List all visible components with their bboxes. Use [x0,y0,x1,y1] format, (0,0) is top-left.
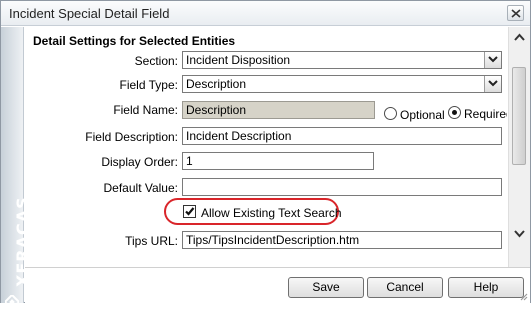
scrollbar-thumb[interactable] [512,67,526,165]
section-select[interactable]: Incident Disposition [182,51,502,69]
chevron-down-icon [488,80,498,87]
section-value: Incident Disposition [186,53,291,67]
scroll-up-icon[interactable] [514,33,525,41]
radio-selected-dot [452,110,457,115]
button-bar: Save Cancel Help [25,267,530,303]
close-icon [511,9,521,18]
field-name-input: Description [182,101,375,119]
resize-grip-icon[interactable] [518,291,528,301]
title-bar[interactable]: Incident Special Detail Field [1,1,530,26]
allow-text-search-checkbox[interactable] [183,205,196,218]
save-button[interactable]: Save [288,277,364,298]
brand-sidebar: XFRACAS [1,27,32,309]
tips-url-input[interactable]: Tips/TipsIncidentDescription.htm [182,231,502,249]
form-panel: Detail Settings for Selected Entities Se… [25,27,507,267]
field-name-label: Field Name: [113,103,178,117]
field-description-input[interactable]: Incident Description [182,127,502,145]
default-value-input[interactable] [182,178,502,196]
dialog-window: Incident Special Detail Field XFRACAS De… [0,0,531,309]
default-value-label: Default Value: [103,181,179,195]
window-title: Incident Special Detail Field [9,6,170,21]
section-label: Section: [134,54,178,68]
field-description-label: Field Description: [85,130,178,144]
field-type-value: Description [186,77,247,91]
checkmark-icon [185,207,195,216]
chevron-down-icon [488,56,498,63]
display-order-input[interactable]: 1 [182,152,374,170]
field-type-dropdown-button[interactable] [484,76,501,92]
vertical-scrollbar[interactable] [508,27,530,267]
tips-url-label: Tips URL: [125,234,178,248]
display-order-label: Display Order: [101,155,178,169]
field-type-select[interactable]: Description [182,75,502,93]
help-button[interactable]: Help [448,277,524,298]
optional-radio-label: Optional [400,108,445,122]
scroll-down-icon[interactable] [514,230,525,238]
section-dropdown-button[interactable] [484,52,501,68]
close-button[interactable] [507,5,524,21]
cancel-button[interactable]: Cancel [367,277,443,298]
form-heading: Detail Settings for Selected Entities [33,34,236,48]
required-radio-label: Required [464,107,507,121]
optional-radio[interactable] [384,107,397,120]
xfracas-logo-icon [5,295,19,309]
field-type-label: Field Type: [119,78,178,92]
required-radio[interactable] [448,106,461,119]
allow-text-search-label: Allow Existing Text Search [201,206,342,220]
